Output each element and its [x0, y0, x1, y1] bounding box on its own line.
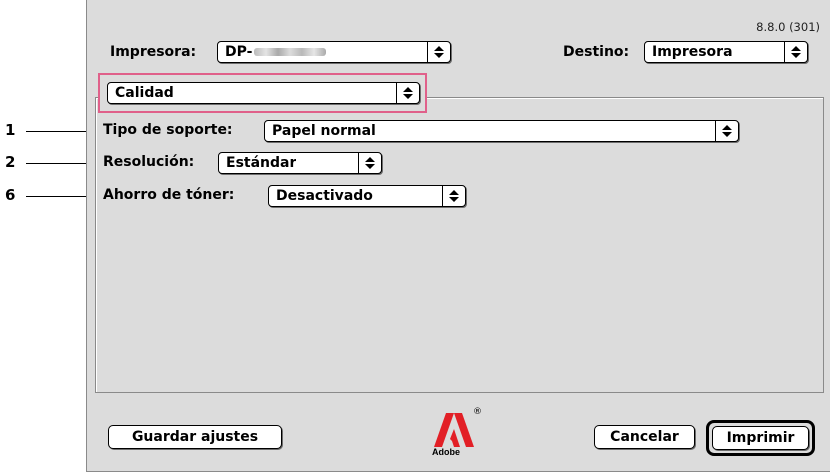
panel-menu-popup[interactable]: Calidad — [107, 82, 420, 104]
printer-label: Impresora: — [110, 44, 197, 60]
popup-arrows-icon — [396, 83, 419, 103]
adobe-registered-mark: ® — [473, 407, 482, 417]
printer-value: DP- — [225, 44, 253, 60]
popup-arrows-icon — [358, 153, 381, 173]
popup-arrows-icon — [427, 42, 450, 62]
resolution-popup[interactable]: Estándar — [218, 152, 382, 174]
toner-save-value: Desactivado — [276, 188, 373, 204]
save-settings-button[interactable]: Guardar ajustes — [108, 425, 282, 449]
media-type-popup[interactable]: Papel normal — [264, 120, 739, 142]
cancel-button[interactable]: Cancelar — [594, 425, 695, 449]
popup-arrows-icon — [784, 42, 807, 62]
resolution-label: Resolución: — [103, 154, 195, 170]
callout-number-1: 1 — [5, 121, 16, 139]
destination-popup[interactable]: Impresora — [644, 41, 808, 63]
destination-label: Destino: — [563, 44, 630, 60]
resolution-value: Estándar — [226, 155, 297, 171]
callout-number-2: 2 — [5, 153, 16, 171]
popup-arrows-icon — [442, 186, 465, 206]
media-type-label: Tipo de soporte: — [103, 122, 233, 138]
adobe-logo: ® Adobe — [432, 407, 482, 461]
destination-value: Impresora — [652, 44, 733, 60]
version-label: 8.8.0 (301) — [756, 20, 820, 34]
redacted-printer-name — [254, 48, 327, 56]
toner-save-label: Ahorro de tóner: — [103, 187, 235, 203]
callout-number-6: 6 — [5, 186, 16, 204]
adobe-logo-text: Adobe — [432, 447, 460, 457]
media-type-value: Papel normal — [272, 123, 376, 139]
printer-popup[interactable]: DP- — [217, 41, 451, 63]
toner-save-popup[interactable]: Desactivado — [268, 185, 466, 207]
panel-menu-value: Calidad — [115, 85, 174, 101]
print-button[interactable]: Imprimir — [712, 426, 809, 450]
popup-arrows-icon — [715, 121, 738, 141]
